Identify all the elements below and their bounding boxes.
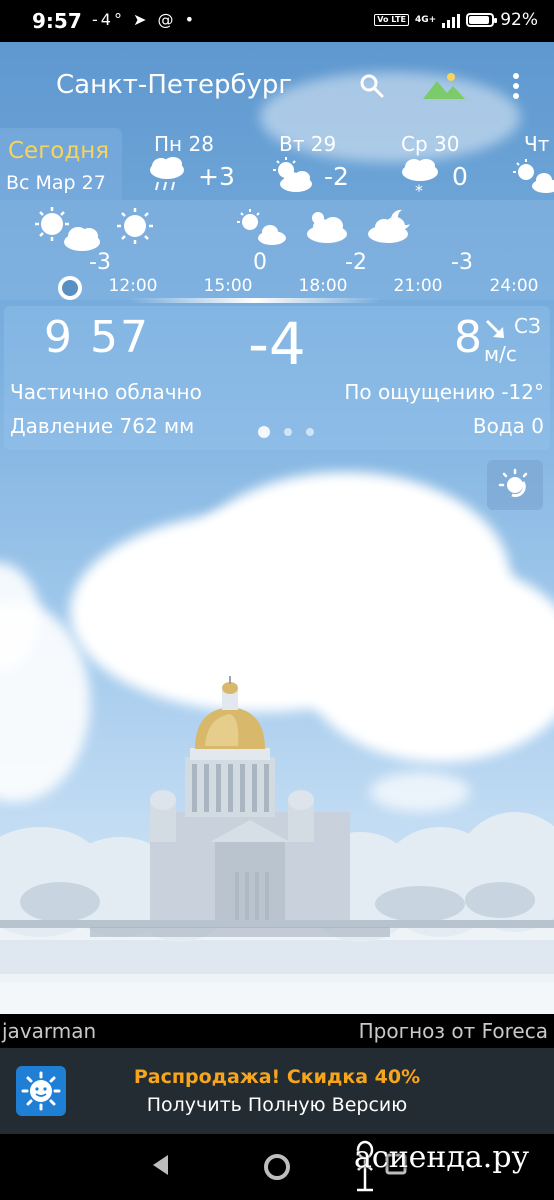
day-name: Чт	[524, 132, 550, 156]
hourly-temp: -2	[345, 250, 367, 275]
moon-cloud-icon	[366, 206, 414, 250]
partly-cloudy-icon	[270, 156, 316, 200]
day-temp: 0	[452, 162, 468, 191]
wind-unit: м/с	[484, 342, 517, 366]
water-temperature: Вода 0	[472, 414, 544, 438]
today-date: Вс Мар 27	[6, 172, 106, 194]
battery-fill	[469, 16, 490, 24]
partly-cloudy-icon	[34, 206, 104, 256]
day-temp: -2	[324, 162, 349, 191]
day-name: Ср 30	[401, 132, 460, 156]
sun-icon	[116, 206, 154, 250]
day-item-wed[interactable]: Ср 30 * 0	[398, 126, 508, 200]
promo-subtitle: Получить Полную Версию	[146, 1094, 408, 1116]
signal-icon	[442, 12, 461, 28]
hourly-temp: -3	[89, 250, 111, 275]
snow-cloud-icon: *	[398, 156, 442, 202]
status-time: 9:57	[32, 9, 82, 33]
page-dot	[284, 428, 292, 436]
daily-forecast-strip: Сегодня Вс Мар 27 Пн 28 +3 Вт 29 -2 Ср 3…	[0, 126, 554, 200]
today-label: Сегодня	[8, 138, 110, 164]
hourly-temp: 0	[253, 250, 267, 275]
status-notification-icons: -4° ➤ @ •	[92, 10, 198, 29]
status-bar: 9:57 -4° ➤ @ • Vo LTE 4G+ 92%	[0, 0, 554, 42]
battery-percent: 92%	[500, 10, 538, 30]
current-time: 9 57	[44, 312, 150, 363]
promo-banner[interactable]: Распродажа! Скидка 40% Получить Полную В…	[0, 1048, 554, 1134]
search-icon[interactable]	[354, 68, 390, 104]
hourly-time: 21:00	[393, 276, 443, 296]
sun-radar-icon[interactable]	[487, 460, 543, 510]
back-icon[interactable]	[150, 1152, 172, 1182]
network-type: 4G+	[415, 15, 437, 25]
partly-cloudy-icon	[512, 156, 554, 200]
hourly-time: 15:00	[203, 276, 253, 296]
hourly-temp: -3	[451, 250, 473, 275]
day-temp: +3	[198, 162, 235, 191]
current-time-marker	[58, 276, 82, 300]
page-dot	[258, 426, 270, 438]
condition-text: Частично облачно	[10, 380, 202, 404]
wind-speed: 8	[454, 312, 482, 363]
cloud-icon	[304, 206, 350, 250]
hourly-time: 24:00	[489, 276, 539, 296]
app-header: Санкт-Петербург	[0, 42, 554, 128]
day-item-thu[interactable]: Чт	[512, 126, 554, 200]
battery-icon	[466, 13, 498, 27]
scroll-indicator	[130, 298, 380, 303]
wind-direction: СЗ	[514, 314, 541, 338]
day-item-mon[interactable]: Пн 28 +3	[146, 126, 256, 200]
watermark-text: асиенда.ру	[354, 1140, 530, 1175]
pressure: Давление 762 мм	[10, 414, 195, 438]
current-conditions-panel[interactable]: 9 57 -4 8 СЗ м/с Частично облачно По ощу…	[4, 306, 550, 450]
status-right-group: Vo LTE 4G+ 92%	[374, 10, 538, 30]
day-name: Вт 29	[279, 132, 337, 156]
page-dot	[306, 428, 314, 436]
hourly-time: 18:00	[298, 276, 348, 296]
hourly-time: 12:00	[108, 276, 158, 296]
day-item-tue[interactable]: Вт 29 -2	[270, 126, 380, 200]
hourly-forecast-strip[interactable]: -3 0 -2 -3 12:00 15:00 18:00 21:00 24:00	[0, 200, 554, 300]
current-temperature: -4	[248, 310, 306, 378]
promo-title: Распродажа! Скидка 40%	[133, 1066, 421, 1088]
home-icon[interactable]	[262, 1152, 292, 1186]
forecast-credit[interactable]: Прогноз от Foreca	[359, 1019, 548, 1043]
landscape-icon[interactable]	[422, 68, 466, 104]
rain-cloud-icon	[146, 156, 188, 200]
svg-text:*: *	[415, 181, 423, 198]
partly-cloudy-icon	[236, 206, 290, 250]
day-name: Пн 28	[154, 132, 214, 156]
tab-today[interactable]: Сегодня Вс Мар 27	[0, 128, 122, 200]
more-options-icon[interactable]	[498, 68, 534, 104]
city-name[interactable]: Санкт-Петербург	[56, 70, 292, 100]
credit-bar: javarman Прогноз от Foreca	[0, 1014, 554, 1048]
volte-icon: Vo LTE	[374, 14, 409, 26]
photo-author[interactable]: javarman	[2, 1019, 96, 1043]
page-indicator	[258, 426, 314, 438]
feels-like: По ощущению -12°	[344, 380, 544, 404]
